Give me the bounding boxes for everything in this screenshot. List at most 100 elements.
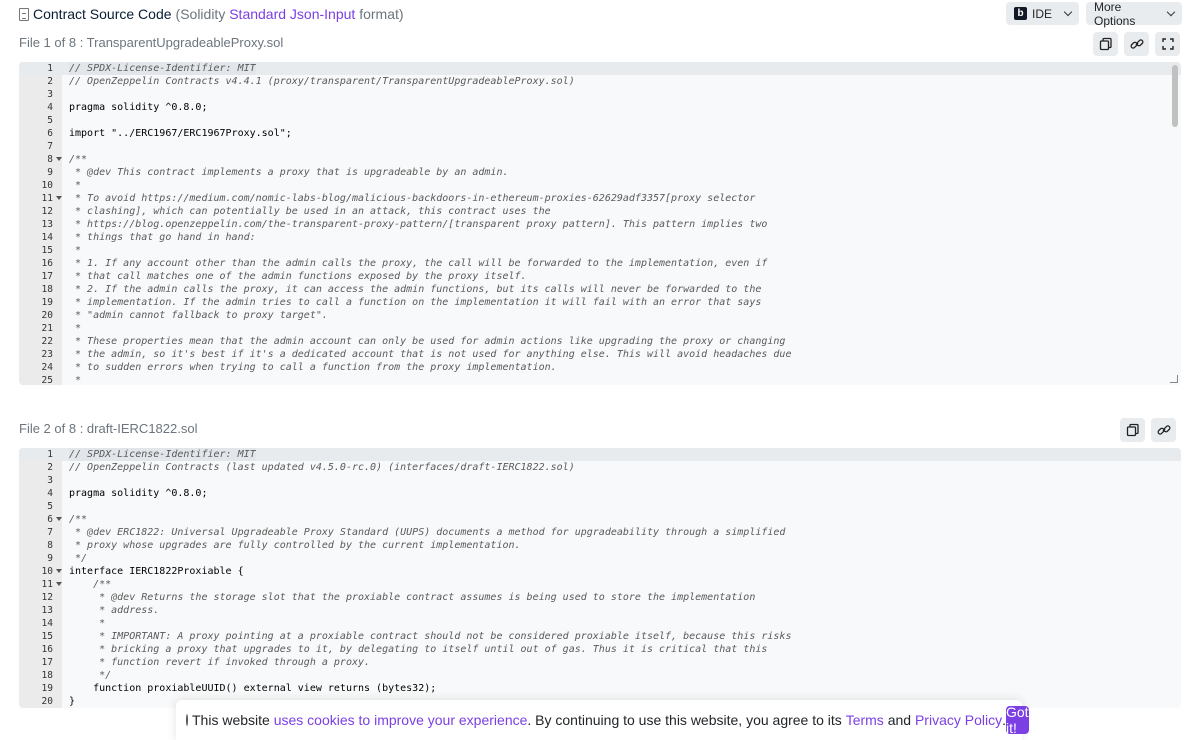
permalink-button[interactable] xyxy=(1151,418,1176,442)
fullscreen-button[interactable] xyxy=(1155,32,1180,56)
code-line: 13 * address. xyxy=(19,604,1181,617)
header-toolbar: b IDE More Options xyxy=(1006,0,1182,28)
file-1-title: File 1 of 8 : TransparentUpgradeableProx… xyxy=(19,35,284,50)
line-number: 5 xyxy=(47,115,53,126)
line-code: * To avoid https://medium.com/nomic-labs… xyxy=(69,193,756,204)
fold-toggle-icon[interactable] xyxy=(56,157,62,161)
cookie-policy-link[interactable]: uses cookies to improve your experience xyxy=(274,712,528,728)
code-line: 8 /** xyxy=(19,153,1181,166)
privacy-policy-link[interactable]: Privacy Policy xyxy=(915,712,1002,728)
line-code: * that call matches one of the admin fun… xyxy=(69,271,527,282)
section-title: Contract Source Code xyxy=(33,6,172,22)
line-number: 12 xyxy=(41,206,53,217)
line-code: * proxy whose upgrades are fully control… xyxy=(69,540,521,551)
line-code: /** xyxy=(69,579,112,590)
line-code: import "../ERC1967/ERC1967Proxy.sol"; xyxy=(69,128,292,139)
format-prefix: (Solidity xyxy=(175,6,230,22)
line-number: 4 xyxy=(47,488,53,499)
line-number: 15 xyxy=(41,631,53,642)
line-code: * xyxy=(69,375,82,385)
code-line: 24 * to sudden errors when trying to cal… xyxy=(19,361,1181,374)
fullscreen-icon xyxy=(1161,38,1174,50)
line-code: pragma solidity ^0.8.0; xyxy=(69,488,208,499)
code-line: 17 * that call matches one of the admin … xyxy=(19,270,1181,283)
line-code: * address. xyxy=(69,605,160,616)
fold-toggle-icon[interactable] xyxy=(56,582,62,586)
code-line: 7 xyxy=(19,140,1181,153)
line-number: 18 xyxy=(41,284,53,295)
line-number: 14 xyxy=(41,618,53,629)
line-number: 3 xyxy=(47,475,53,486)
ide-dropdown-button[interactable]: b IDE xyxy=(1006,2,1079,25)
code-line: 23 * the admin, so it's best if it's a d… xyxy=(19,348,1181,361)
fold-toggle-icon[interactable] xyxy=(56,569,62,573)
code-line: 8 * proxy whose upgrades are fully contr… xyxy=(19,539,1181,552)
document-icon xyxy=(19,7,29,21)
code-line: 16 * bricking a proxy that upgrades to i… xyxy=(19,643,1181,656)
line-number: 12 xyxy=(41,592,53,603)
line-number: 1 xyxy=(47,63,53,74)
code-line: 20 * "admin cannot fallback to proxy tar… xyxy=(19,309,1181,322)
got-it-button[interactable]: Got it! xyxy=(1005,704,1029,736)
line-code: * 2. If the admin calls the proxy, it ca… xyxy=(69,284,762,295)
line-code: * xyxy=(69,245,82,256)
more-options-button[interactable]: More Options xyxy=(1086,0,1182,28)
code-line: 15 * xyxy=(19,244,1181,257)
line-number: 1 xyxy=(47,449,53,460)
line-code: * function revert if invoked through a p… xyxy=(69,657,371,668)
file-1-actions xyxy=(1093,32,1180,56)
code-line: 10 interface IERC1822Proxiable { xyxy=(19,565,1181,578)
resize-handle[interactable] xyxy=(1170,375,1178,383)
line-code: /** xyxy=(69,514,88,525)
code-line: 19 * implementation. If the admin tries … xyxy=(19,296,1181,309)
line-code: * bricking a proxy that upgrades to it, … xyxy=(69,644,768,655)
line-number: 15 xyxy=(41,245,53,256)
line-code: * IMPORTANT: A proxy pointing at a proxi… xyxy=(69,631,792,642)
code-line: 11 * To avoid https://medium.com/nomic-l… xyxy=(19,192,1181,205)
code-line: 15 * IMPORTANT: A proxy pointing at a pr… xyxy=(19,630,1181,643)
fold-toggle-icon[interactable] xyxy=(56,517,62,521)
chevron-down-icon xyxy=(1167,7,1176,17)
ide-label: IDE xyxy=(1032,6,1053,21)
code-line: 18 */ xyxy=(19,669,1181,682)
code-line: 10 * xyxy=(19,179,1181,192)
code-editor-file-1[interactable]: 1 // SPDX-License-Identifier: MIT 2 // Open… xyxy=(19,62,1181,385)
code-editor-file-2[interactable]: 1 // SPDX-License-Identifier: MIT 2 // Open… xyxy=(19,448,1181,708)
fold-toggle-icon[interactable] xyxy=(56,196,62,200)
line-code: // OpenZeppelin Contracts (last updated … xyxy=(69,462,575,473)
cookie-text: This website xyxy=(192,712,274,728)
more-options-label: More Options xyxy=(1094,0,1136,28)
permalink-button[interactable] xyxy=(1124,32,1149,56)
line-number: 10 xyxy=(41,180,53,191)
cookie-icon xyxy=(186,714,188,726)
code-line: 3 xyxy=(19,474,1181,487)
line-number: 23 xyxy=(41,349,53,360)
line-number: 16 xyxy=(41,258,53,269)
code-line: 7 * @dev ERC1822: Universal Upgradeable … xyxy=(19,526,1181,539)
format-link[interactable]: Standard Json-Input xyxy=(229,6,355,22)
code-line: 9 * @dev This contract implements a prox… xyxy=(19,166,1181,179)
line-code: function proxiableUUID() external view r… xyxy=(69,683,437,694)
line-number: 21 xyxy=(41,323,53,334)
copy-icon xyxy=(1126,423,1139,437)
line-number: 25 xyxy=(41,375,53,385)
line-code: * things that go hand in hand: xyxy=(69,232,256,243)
code-line: 14 * xyxy=(19,617,1181,630)
editor-scrollbar[interactable] xyxy=(1172,65,1178,127)
cookie-text: . By continuing to use this website, you… xyxy=(527,712,846,728)
code-line: 6 /** xyxy=(19,513,1181,526)
line-code: } xyxy=(69,696,76,707)
line-code: * clashing], which can potentially be us… xyxy=(69,206,551,217)
code-line: 3 xyxy=(19,88,1181,101)
code-line: 9 */ xyxy=(19,552,1181,565)
line-number: 24 xyxy=(41,362,53,373)
copy-button[interactable] xyxy=(1120,418,1145,442)
line-number: 20 xyxy=(41,696,53,707)
terms-link[interactable]: Terms xyxy=(846,712,884,728)
copy-button[interactable] xyxy=(1093,32,1118,56)
line-code: * @dev Returns the storage slot that the… xyxy=(69,592,756,603)
code-lines: 1 // SPDX-License-Identifier: MIT 2 // Open… xyxy=(19,448,1181,708)
cookie-text: and xyxy=(883,712,915,728)
code-line: 2 // OpenZeppelin Contracts v4.4.1 (proxy… xyxy=(19,75,1181,88)
code-line: 5 xyxy=(19,114,1181,127)
